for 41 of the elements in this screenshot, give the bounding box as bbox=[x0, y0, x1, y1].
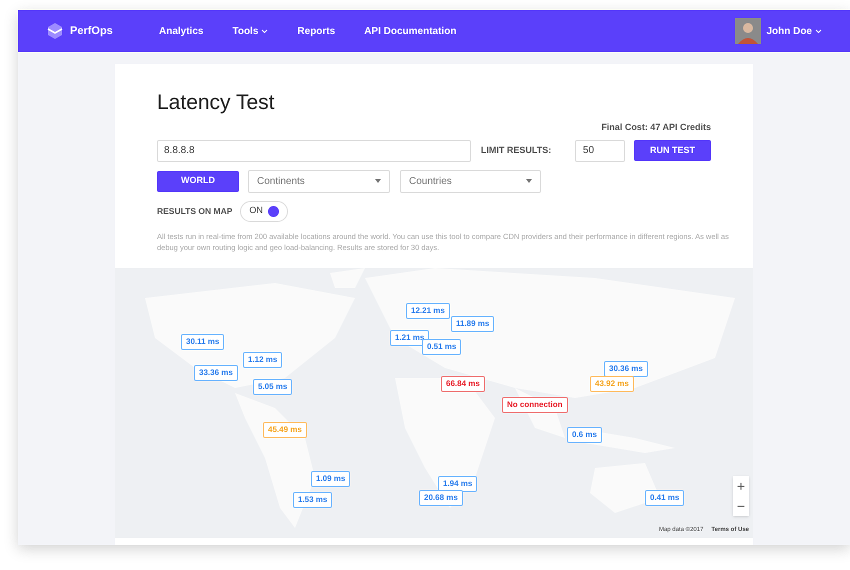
latency-marker[interactable]: 0.41 ms bbox=[645, 490, 684, 506]
limit-label: LIMIT RESULTS: bbox=[480, 144, 552, 157]
cube-logo-icon bbox=[46, 22, 64, 40]
nav-link[interactable]: Analytics bbox=[159, 24, 204, 38]
nav-link[interactable]: API Documentation bbox=[364, 24, 456, 38]
latency-marker[interactable]: 1.12 ms bbox=[243, 352, 282, 368]
latency-marker[interactable]: 11.89 ms bbox=[451, 316, 494, 332]
latency-marker[interactable]: 0.51 ms bbox=[422, 339, 462, 355]
caret-icon bbox=[815, 28, 822, 34]
latency-marker[interactable]: 1.09 ms bbox=[311, 471, 350, 487]
results-toggle[interactable]: ON bbox=[240, 200, 288, 222]
latency-marker[interactable]: 20.68 ms bbox=[419, 490, 463, 506]
avatar-icon[interactable] bbox=[735, 18, 762, 44]
dropdown-arrow-icon bbox=[526, 179, 532, 183]
latency-marker[interactable]: 1.94 ms bbox=[438, 476, 478, 492]
limit-field[interactable]: 50 bbox=[574, 140, 625, 162]
latency-marker[interactable]: 0.6 ms bbox=[567, 427, 602, 443]
latency-marker[interactable]: No connection bbox=[502, 397, 568, 413]
latency-marker[interactable]: 12.21 ms bbox=[406, 303, 450, 319]
nav-link[interactable]: Reports bbox=[297, 24, 336, 38]
nav-link[interactable]: Tools bbox=[232, 24, 268, 38]
scope-button[interactable]: WORLD bbox=[157, 170, 239, 192]
user-menu[interactable]: John Doe bbox=[766, 24, 822, 38]
dropdown-arrow-icon bbox=[375, 179, 381, 183]
latency-marker[interactable]: 33.36 ms bbox=[194, 365, 238, 381]
page-title: Latency Test bbox=[157, 92, 276, 113]
select-field[interactable]: Countries bbox=[400, 170, 541, 192]
latency-marker[interactable]: 30.11 ms bbox=[181, 334, 224, 350]
cost-label: Final Cost: 47 API Credits bbox=[601, 121, 711, 134]
run-test-button[interactable]: RUN TEST bbox=[634, 140, 711, 161]
target-field[interactable]: 8.8.8.8 bbox=[157, 140, 471, 162]
latency-marker[interactable]: 1.53 ms bbox=[293, 492, 332, 508]
select-field[interactable]: Continents bbox=[248, 170, 390, 192]
brand-name[interactable]: PerfOps bbox=[70, 22, 113, 40]
zoom-in-button[interactable]: + bbox=[733, 476, 749, 496]
zoom-out-button[interactable]: − bbox=[733, 496, 749, 516]
latency-marker[interactable]: 30.36 ms bbox=[604, 361, 648, 377]
latency-marker[interactable]: 5.05 ms bbox=[253, 379, 292, 395]
toggle-label: RESULTS ON MAP bbox=[157, 204, 232, 218]
latency-marker[interactable]: 66.84 ms bbox=[441, 376, 485, 392]
toggle-knob-icon bbox=[268, 206, 279, 216]
